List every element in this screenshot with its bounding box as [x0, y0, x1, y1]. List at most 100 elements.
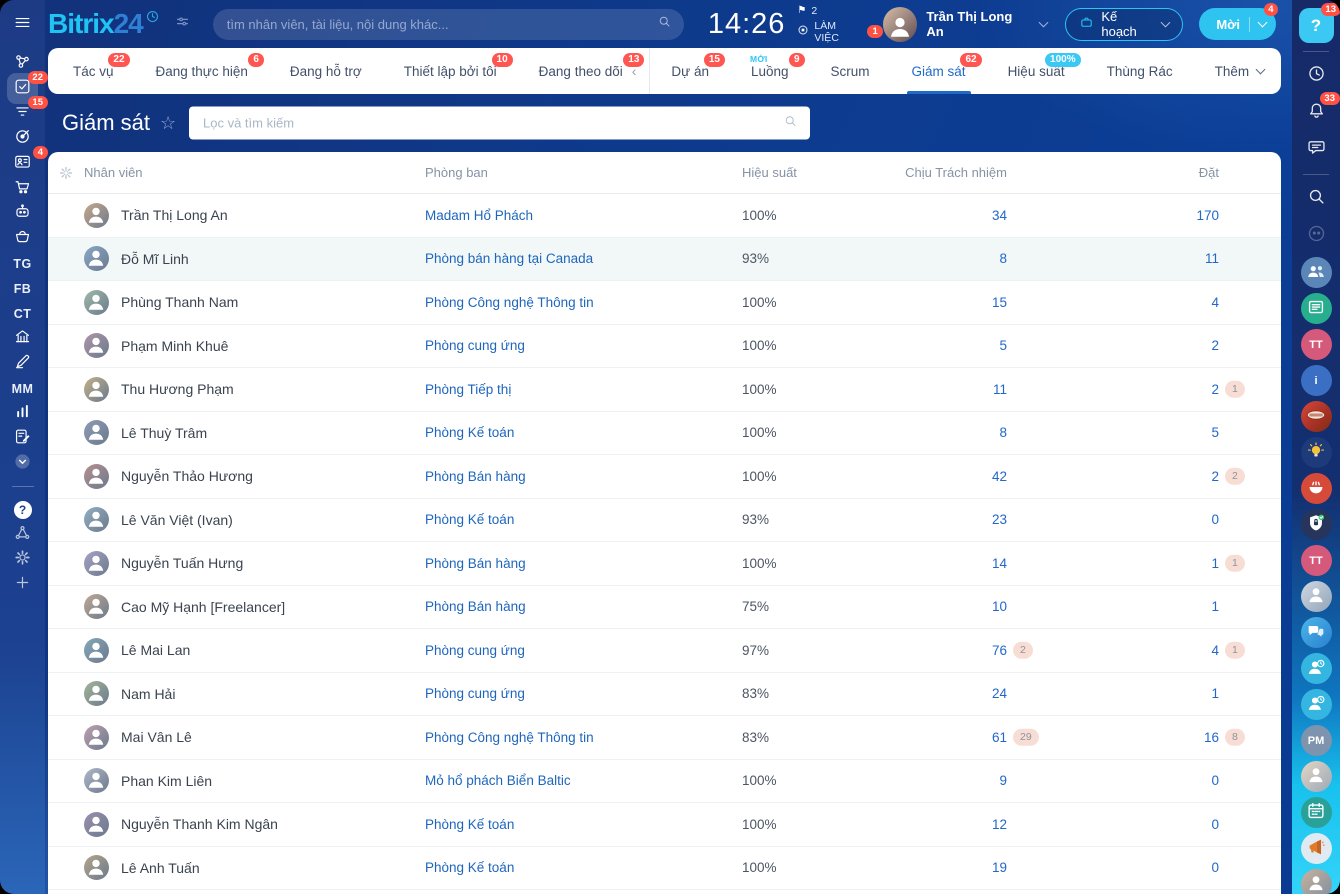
department-link[interactable]: Phòng Tiếp thị — [425, 382, 511, 397]
invite-button[interactable]: Mời 4 — [1199, 3, 1278, 40]
tab-flows[interactable]: Luồng MỚI 9 — [730, 48, 810, 94]
sidebar-item-settings[interactable] — [5, 547, 41, 572]
table-row[interactable]: Đỗ Mĩ Linh Phòng bán hàng tại Canada 93% 8 1… — [48, 237, 1281, 281]
filter-search-input[interactable] — [201, 114, 783, 132]
sidebar-item-docs[interactable] — [5, 426, 41, 451]
responsible-count-link[interactable]: 10 — [992, 599, 1007, 614]
set-count-link[interactable]: 1 — [1211, 599, 1219, 614]
department-link[interactable]: Phòng Kế toán — [425, 817, 514, 832]
sidebar-item-feed[interactable]: 15 — [5, 96, 48, 126]
employee-cell[interactable]: Thu Hương Phạm — [84, 376, 425, 402]
responsible-count-link[interactable]: 34 — [992, 208, 1007, 223]
search-icon[interactable] — [783, 113, 798, 133]
table-row[interactable]: Cao Mỹ Hạnh [Freelancer] Phòng Bán hàng 75… — [48, 586, 1281, 629]
table-row[interactable]: Lê Anh Tuấn Phòng Kế toán 100% 19 0 — [48, 847, 1281, 890]
table-row[interactable]: Nguyễn Thảo Hương Phòng Bán hàng 100% 42 2 2 — [48, 455, 1281, 499]
employee-cell[interactable]: Nam Hải — [84, 681, 425, 707]
global-search-input[interactable] — [224, 15, 657, 33]
table-row[interactable]: Phạm Minh Khuê Phòng cung ứng 100% 5 2 — [48, 325, 1281, 368]
sidebar-item-fb[interactable]: FB — [5, 276, 41, 301]
set-count-link[interactable]: 2 — [1211, 338, 1219, 353]
security-chat-avatar[interactable] — [1300, 509, 1332, 540]
responsible-count-link[interactable]: 61 — [992, 730, 1007, 745]
department-link[interactable]: Phòng cung ứng — [425, 686, 525, 701]
responsible-count-link[interactable]: 24 — [992, 686, 1007, 701]
responsible-count-link[interactable]: 5 — [999, 338, 1007, 353]
announce-chat-avatar[interactable] — [1300, 833, 1332, 864]
responsible-count-link[interactable]: 15 — [992, 295, 1007, 310]
workday-clock[interactable]: 14:26 — [708, 8, 786, 41]
group-chat-avatar[interactable] — [1300, 257, 1332, 288]
department-link[interactable]: Madam Hổ Phách — [425, 208, 533, 223]
sidebar-item-ct[interactable]: CT — [5, 301, 41, 326]
tab-performance[interactable]: Hiệu suất 100% — [987, 48, 1086, 94]
department-link[interactable]: Mỏ hổ phách Biển Baltic — [425, 773, 571, 788]
sidebar-item-structure[interactable] — [5, 522, 41, 547]
column-header-department[interactable]: Phòng ban — [425, 165, 742, 180]
user-avatar-2[interactable] — [1300, 761, 1332, 792]
department-link[interactable]: Phòng Bán hàng — [425, 556, 526, 571]
responsible-count-link[interactable]: 9 — [999, 773, 1007, 788]
responsible-count-link[interactable]: 14 — [992, 556, 1007, 571]
user-avatar-1[interactable] — [1300, 581, 1332, 612]
sidebar-item-help[interactable]: ? — [5, 497, 41, 522]
department-link[interactable]: Phòng cung ứng — [425, 338, 525, 353]
user-avatar[interactable] — [882, 6, 918, 42]
set-count-link[interactable]: 2 — [1211, 469, 1219, 484]
set-count-link[interactable]: 16 — [1204, 730, 1219, 745]
table-row[interactable]: Nguyễn Tuấn Hưng Phòng Bán hàng 100% 14 1 1 — [48, 542, 1281, 586]
employee-cell[interactable]: Nguyễn Thảo Hương — [84, 463, 425, 489]
set-count-link[interactable]: 4 — [1211, 295, 1219, 310]
sidebar-item-add[interactable] — [5, 572, 41, 597]
time-chat-avatar-2[interactable] — [1300, 689, 1332, 720]
book-club-avatar[interactable] — [1300, 401, 1332, 432]
department-link[interactable]: Phòng Công nghệ Thông tin — [425, 295, 594, 310]
user-avatar-3[interactable] — [1300, 869, 1332, 894]
table-row[interactable]: Trần Thị Long An Madam Hổ Phách 100% 34 170 — [48, 194, 1281, 238]
tab-tasks[interactable]: Tác vụ 22 — [52, 48, 135, 94]
chat-avatar-tt[interactable]: TT — [1300, 329, 1332, 360]
employee-cell[interactable]: Đỗ Mĩ Linh — [84, 246, 425, 272]
table-row[interactable]: Mai Vân Lê Phòng Công nghệ Thông tin 83% 61… — [48, 716, 1281, 760]
responsible-count-link[interactable]: 8 — [999, 251, 1007, 266]
employee-cell[interactable]: Lê Anh Tuấn — [84, 855, 425, 881]
sidebar-item-stats[interactable] — [5, 401, 41, 426]
employee-cell[interactable]: Phạm Minh Khuê — [84, 333, 425, 359]
sidebar-item-company[interactable] — [5, 326, 41, 351]
search-icon[interactable] — [1300, 183, 1333, 215]
tab-more[interactable]: Thêm — [1194, 48, 1286, 94]
department-link[interactable]: Phòng bán hàng tại Canada — [425, 251, 593, 266]
tab-in-progress[interactable]: Đang thực hiện 6 — [135, 48, 269, 94]
table-row[interactable]: Lê Văn Việt (Ivan) Phòng Kế toán 93% 23 0 — [48, 499, 1281, 542]
sidebar-item-contacts[interactable]: 4 — [5, 146, 48, 176]
chat-avatar-pm[interactable]: PM — [1300, 725, 1332, 756]
tab-set-by-me[interactable]: Thiết lập bởi tôi 10 — [383, 48, 518, 94]
tab-recycle-bin[interactable]: Thùng Rác — [1086, 48, 1194, 94]
sidebar-item-sign[interactable] — [5, 351, 41, 376]
employee-cell[interactable]: Trần Thị Long An — [84, 202, 425, 228]
set-count-link[interactable]: 170 — [1196, 208, 1219, 223]
column-header-set[interactable]: Đặt — [1007, 165, 1281, 180]
responsible-count-link[interactable]: 12 — [992, 817, 1007, 832]
sidebar-item-workspace[interactable] — [5, 226, 41, 251]
employee-cell[interactable]: Nguyễn Thanh Kim Ngân — [84, 811, 425, 837]
table-row[interactable]: Phạm Nhật MinhMadam Hổ Phách100%70 — [48, 890, 1281, 894]
responsible-count-link[interactable]: 42 — [992, 469, 1007, 484]
grid-settings-gear-icon[interactable] — [48, 165, 84, 181]
chat-avatar-tt-2[interactable]: TT — [1300, 545, 1332, 576]
messenger-icon[interactable] — [1300, 134, 1333, 166]
set-count-link[interactable]: 5 — [1211, 425, 1219, 440]
bitrix24-logo[interactable]: Bitrix24 — [48, 10, 160, 38]
user-menu[interactable]: Trần Thị Long An — [882, 6, 1049, 42]
table-row[interactable]: Phùng Thanh Nam Phòng Công nghệ Thông tin… — [48, 281, 1281, 325]
tab-supervision[interactable]: Giám sát 62 — [891, 48, 987, 94]
employee-cell[interactable]: Lê Thuỳ Trâm — [84, 420, 425, 446]
set-count-link[interactable]: 0 — [1211, 512, 1219, 527]
sidebar-collapse[interactable] — [5, 451, 41, 476]
column-header-employee[interactable]: Nhân viên — [84, 165, 425, 180]
column-header-performance[interactable]: Hiệu suất — [742, 165, 877, 180]
employee-cell[interactable]: Lê Mai Lan — [84, 637, 425, 663]
department-link[interactable]: Phòng cung ứng — [425, 643, 525, 658]
column-header-responsible[interactable]: Chịu Trách nhiệm — [877, 165, 1007, 180]
department-link[interactable]: Phòng Bán hàng — [425, 469, 526, 484]
